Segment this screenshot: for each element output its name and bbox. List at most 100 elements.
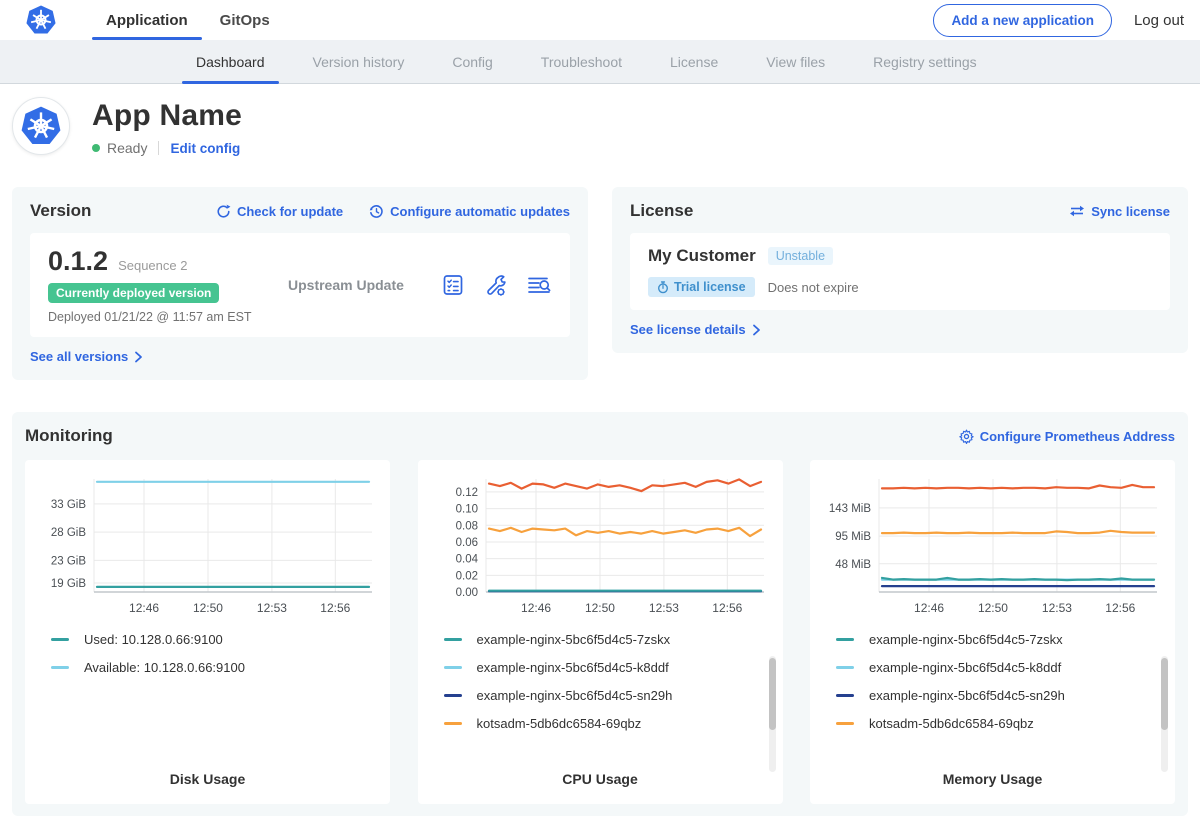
status-text: Ready: [107, 140, 147, 156]
cpu-usage-chart: 0.120.100.080.060.040.020.0012:4612:5012…: [418, 460, 783, 804]
upstream-update-label: Upstream Update: [288, 277, 404, 293]
see-all-versions-link[interactable]: See all versions: [30, 349, 143, 364]
customer-name: My Customer: [648, 246, 756, 266]
tab-application[interactable]: Application: [90, 0, 204, 40]
legend-label: example-nginx-5bc6f5d4c5-k8ddf: [477, 660, 669, 675]
legend-label: kotsadm-5db6dc6584-69qbz: [477, 716, 642, 731]
legend-label: example-nginx-5bc6f5d4c5-k8ddf: [869, 660, 1061, 675]
monitoring-title: Monitoring: [25, 426, 113, 446]
disk-usage-chart: 33 GiB28 GiB23 GiB19 GiB12:4612:5012:531…: [25, 460, 390, 804]
app-subnav: Dashboard Version history Config Trouble…: [0, 40, 1200, 84]
chevron-right-icon: [134, 351, 143, 363]
svg-text:12:53: 12:53: [256, 601, 286, 615]
cpu-usage-legend: example-nginx-5bc6f5d4c5-7zskx example-ng…: [418, 622, 783, 744]
deployed-timestamp: Deployed 01/21/22 @ 11:57 am EST: [48, 310, 280, 324]
config-wrench-icon[interactable]: [483, 273, 508, 298]
svg-text:12:53: 12:53: [649, 601, 679, 615]
configure-automatic-updates-link[interactable]: Configure automatic updates: [369, 204, 570, 219]
legend-label: Available: 10.128.0.66:9100: [84, 660, 245, 675]
memory-usage-chart: 143 MiB95 MiB48 MiB12:4612:5012:5312:56 …: [810, 460, 1175, 804]
charts-row: 33 GiB28 GiB23 GiB19 GiB12:4612:5012:531…: [25, 460, 1175, 804]
legend-dash-icon: [51, 638, 69, 641]
version-card-title: Version: [30, 201, 91, 221]
tab-gitops[interactable]: GitOps: [204, 0, 286, 40]
trial-license-badge: Trial license: [648, 277, 755, 297]
expiry-text: Does not expire: [768, 280, 859, 295]
legend-dash-icon: [836, 638, 854, 641]
sync-license-link[interactable]: Sync license: [1069, 204, 1170, 219]
legend-dash-icon: [836, 722, 854, 725]
logout-button[interactable]: Log out: [1134, 12, 1184, 29]
current-version-panel: 0.1.2 Sequence 2 Currently deployed vers…: [30, 233, 570, 337]
legend-scrollbar-thumb[interactable]: [1161, 658, 1168, 730]
tab-dashboard[interactable]: Dashboard: [172, 40, 289, 83]
tab-troubleshoot[interactable]: Troubleshoot: [517, 40, 646, 83]
see-license-details-link[interactable]: See license details: [630, 322, 761, 337]
view-logs-icon[interactable]: [526, 273, 552, 297]
add-application-button[interactable]: Add a new application: [933, 4, 1112, 37]
stopwatch-icon: [657, 281, 669, 294]
svg-text:0.00: 0.00: [456, 587, 478, 599]
legend-item: example-nginx-5bc6f5d4c5-7zskx: [836, 632, 1175, 647]
configure-prometheus-link[interactable]: Configure Prometheus Address: [959, 429, 1175, 444]
gear-icon: [959, 429, 974, 444]
cpu-usage-title: CPU Usage: [418, 771, 783, 804]
tab-view-files[interactable]: View files: [742, 40, 849, 83]
tab-registry-settings[interactable]: Registry settings: [849, 40, 1000, 83]
edit-config-link[interactable]: Edit config: [170, 141, 240, 156]
legend-scrollbar-track[interactable]: [1161, 656, 1168, 772]
disk-usage-legend: Used: 10.128.0.66:9100Available: 10.128.…: [25, 622, 390, 688]
legend-scrollbar-track[interactable]: [769, 656, 776, 772]
svg-text:0.04: 0.04: [456, 554, 479, 566]
version-number: 0.1.2: [48, 246, 108, 277]
legend-dash-icon: [51, 666, 69, 669]
svg-text:12:46: 12:46: [914, 601, 944, 615]
svg-text:95 MiB: 95 MiB: [835, 531, 871, 543]
kubernetes-logo-icon: [26, 5, 56, 35]
legend-dash-icon: [444, 694, 462, 697]
legend-item: kotsadm-5db6dc6584-69qbz: [836, 716, 1175, 731]
refresh-icon: [216, 204, 231, 219]
memory-usage-plot: 143 MiB95 MiB48 MiB12:4612:5012:5312:56: [821, 470, 1165, 622]
svg-text:12:50: 12:50: [585, 601, 615, 615]
legend-item: example-nginx-5bc6f5d4c5-k8ddf: [836, 660, 1175, 675]
legend-dash-icon: [444, 666, 462, 669]
svg-text:12:46: 12:46: [521, 601, 551, 615]
svg-text:28 GiB: 28 GiB: [50, 527, 85, 539]
legend-item: Available: 10.128.0.66:9100: [51, 660, 390, 675]
tab-version-history[interactable]: Version history: [289, 40, 429, 83]
chart-svg: 33 GiB28 GiB23 GiB19 GiB12:4612:5012:531…: [36, 470, 380, 622]
svg-text:0.08: 0.08: [456, 520, 478, 532]
legend-scrollbar-thumb[interactable]: [769, 658, 776, 730]
license-panel: My Customer Unstable Trial license Does …: [630, 233, 1170, 310]
disk-usage-title: Disk Usage: [25, 771, 390, 804]
chart-svg: 143 MiB95 MiB48 MiB12:4612:5012:5312:56: [821, 470, 1165, 622]
svg-text:0.10: 0.10: [456, 504, 478, 516]
clock-arrow-icon: [369, 204, 384, 219]
svg-text:12:56: 12:56: [320, 601, 350, 615]
sync-arrows-icon: [1069, 204, 1085, 218]
status-dot: [92, 144, 100, 152]
legend-label: example-nginx-5bc6f5d4c5-7zskx: [869, 632, 1063, 647]
svg-text:12:56: 12:56: [1105, 601, 1135, 615]
tab-license[interactable]: License: [646, 40, 742, 83]
svg-text:19 GiB: 19 GiB: [50, 578, 85, 590]
preflight-checks-icon[interactable]: [441, 273, 465, 297]
memory-usage-title: Memory Usage: [810, 771, 1175, 804]
svg-text:48 MiB: 48 MiB: [835, 559, 871, 571]
version-card: Version Check for update Configure au: [12, 187, 588, 380]
page-title: App Name: [92, 99, 242, 133]
svg-text:12:56: 12:56: [712, 601, 742, 615]
monitoring-card: Monitoring Configure Prometheus Address …: [12, 412, 1188, 816]
legend-dash-icon: [444, 638, 462, 641]
cpu-usage-plot: 0.120.100.080.060.040.020.0012:4612:5012…: [428, 470, 772, 622]
legend-dash-icon: [836, 694, 854, 697]
sequence-label: Sequence 2: [118, 258, 187, 273]
legend-label: kotsadm-5db6dc6584-69qbz: [869, 716, 1034, 731]
tab-config[interactable]: Config: [428, 40, 516, 83]
svg-text:0.06: 0.06: [456, 537, 478, 549]
check-for-update-link[interactable]: Check for update: [216, 204, 343, 219]
disk-usage-plot: 33 GiB28 GiB23 GiB19 GiB12:4612:5012:531…: [36, 470, 380, 622]
legend-item: example-nginx-5bc6f5d4c5-7zskx: [444, 632, 783, 647]
svg-text:0.12: 0.12: [456, 487, 478, 499]
